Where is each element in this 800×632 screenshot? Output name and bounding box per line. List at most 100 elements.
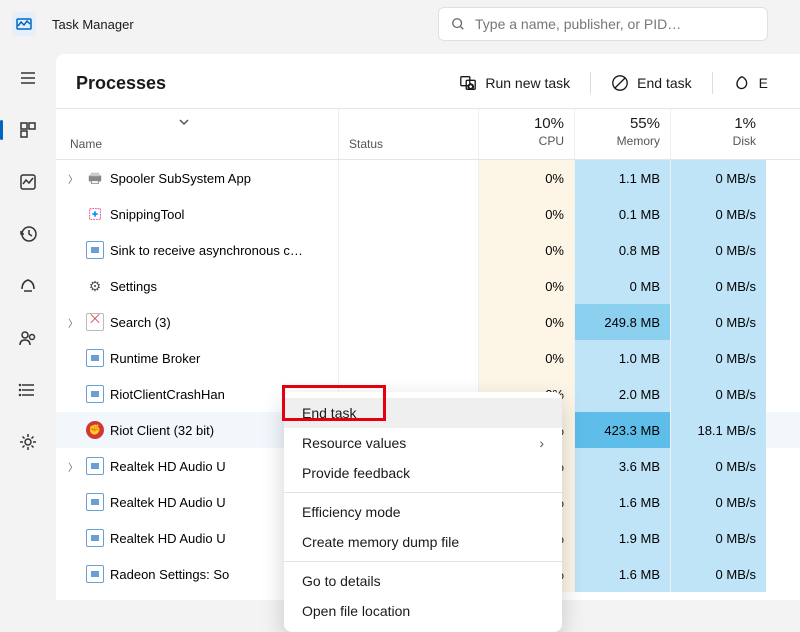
process-icon [86,385,104,403]
memory-cell: 1.0 MB [574,340,670,376]
memory-cell: 2.0 MB [574,376,670,412]
table-row[interactable]: 〉Spooler SubSystem App0%1.1 MB0 MB/s [56,160,800,196]
app-icon [12,12,36,36]
nav-users[interactable] [8,318,48,358]
process-name-cell: SnippingTool [56,205,338,223]
process-icon [86,457,104,475]
ctx-separator [284,492,562,493]
ctx-resource-values[interactable]: Resource values› [284,428,562,458]
table-row[interactable]: 〉 Search (3) 0%249.8 MB0 MB/s [56,304,800,340]
disk-cell: 0 MB/s [670,160,766,196]
col-status[interactable]: Status [338,109,478,159]
process-icon [86,565,104,583]
memory-cell: 0.8 MB [574,232,670,268]
process-name: SnippingTool [110,207,184,222]
memory-cell: 3.6 MB [574,448,670,484]
disk-cell: 0 MB/s [670,268,766,304]
memory-cell: 249.8 MB [574,304,670,340]
disk-cell: 0 MB/s [670,304,766,340]
status-cell [338,340,478,376]
process-name-cell: Sink to receive asynchronous c… [56,241,338,259]
nav-processes[interactable] [8,110,48,150]
chevron-right-icon: › [539,435,544,451]
status-cell [338,304,478,340]
ctx-provide-feedback[interactable]: Provide feedback [284,458,562,488]
memory-cell: 1.6 MB [574,484,670,520]
end-task-button[interactable]: End task [599,68,703,98]
process-icon [86,349,104,367]
table-row[interactable]: Sink to receive asynchronous c…0%0.8 MB0… [56,232,800,268]
process-name: Runtime Broker [110,351,200,366]
cpu-cell: 0% [478,340,574,376]
process-icon [86,241,104,259]
page-title: Processes [76,73,166,94]
memory-cell: 1.9 MB [574,520,670,556]
status-cell [338,268,478,304]
process-name: Realtek HD Audio U [110,495,226,510]
process-name: Radeon Settings: So [110,567,229,582]
nav-history[interactable] [8,214,48,254]
expand-chevron-icon[interactable]: 〉 [66,315,80,330]
col-name[interactable]: Name [56,109,338,159]
run-new-task-button[interactable]: Run new task [447,68,582,98]
nav-performance[interactable] [8,162,48,202]
process-name: Riot Client (32 bit) [110,423,214,438]
memory-cell: 1.6 MB [574,556,670,592]
ctx-create-dump[interactable]: Create memory dump file [284,527,562,557]
process-name: RiotClientCrashHan [110,387,225,402]
sort-chevron-icon [178,115,190,129]
process-name-cell: Runtime Broker [56,349,338,367]
disk-cell: 0 MB/s [670,448,766,484]
ctx-efficiency-mode[interactable]: Efficiency mode [284,497,562,527]
table-row[interactable]: Settings 0%0 MB0 MB/s [56,268,800,304]
status-cell [338,232,478,268]
process-name-cell: 〉 Search (3) [56,313,338,331]
ctx-go-to-details[interactable]: Go to details [284,566,562,596]
memory-cell: 1.1 MB [574,160,670,196]
process-name: Realtek HD Audio U [110,459,226,474]
memory-cell: 0 MB [574,268,670,304]
disk-cell: 0 MB/s [670,484,766,520]
hamburger-button[interactable] [8,58,48,98]
ctx-open-file-location[interactable]: Open file location [284,596,562,626]
context-menu: End task Resource values› Provide feedba… [284,392,562,632]
expand-chevron-icon[interactable]: 〉 [66,171,80,186]
expand-chevron-icon[interactable]: 〉 [66,459,80,474]
process-icon [86,169,104,187]
disk-cell: 0 MB/s [670,196,766,232]
nav-details[interactable] [8,370,48,410]
disk-cell: 0 MB/s [670,232,766,268]
col-cpu[interactable]: 10%CPU [478,109,574,159]
disk-cell: 0 MB/s [670,556,766,592]
process-icon [86,529,104,547]
status-cell [338,160,478,196]
app-title: Task Manager [52,17,134,32]
memory-cell: 0.1 MB [574,196,670,232]
status-cell [338,196,478,232]
process-name: Settings [110,279,157,294]
nav-settings[interactable] [8,422,48,462]
cpu-cell: 0% [478,268,574,304]
efficiency-mode-button[interactable]: E [721,68,780,98]
nav-startup[interactable] [8,266,48,306]
end-task-icon [611,74,629,92]
sidebar [0,48,56,600]
process-name: Spooler SubSystem App [110,171,251,186]
process-name: Search (3) [110,315,171,330]
search-input[interactable] [475,16,755,32]
search-box[interactable] [438,7,768,41]
disk-cell: 0 MB/s [670,520,766,556]
process-icon [86,277,104,295]
cpu-cell: 0% [478,304,574,340]
process-icon [86,493,104,511]
main-header: Processes Run new task End task E [56,54,800,109]
table-row[interactable]: SnippingTool 0%0.1 MB0 MB/s [56,196,800,232]
table-row[interactable]: Runtime Broker0%1.0 MB0 MB/s [56,340,800,376]
run-task-icon [459,74,477,92]
col-disk[interactable]: 1%Disk [670,109,766,159]
col-memory[interactable]: 55%Memory [574,109,670,159]
process-icon [86,313,104,331]
process-name: Realtek HD Audio U [110,531,226,546]
ctx-end-task[interactable]: End task [284,398,562,428]
cpu-cell: 0% [478,196,574,232]
